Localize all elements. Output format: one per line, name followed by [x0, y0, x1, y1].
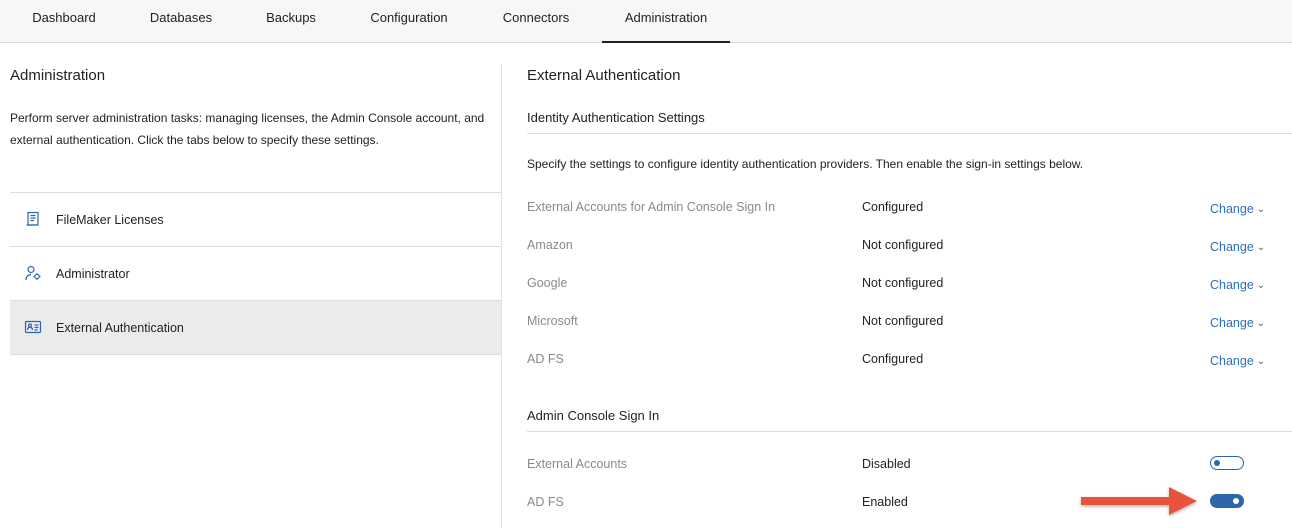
nav-item-label: Administrator: [56, 267, 130, 281]
row-status: Not configured: [862, 238, 944, 252]
tab-connectors[interactable]: Connectors: [484, 0, 588, 43]
signin-row: External Accounts Disabled: [527, 456, 1292, 481]
chevron-down-icon: ⌄: [1256, 280, 1266, 291]
change-dropdown[interactable]: Change ⌄: [1210, 240, 1265, 254]
identity-row: Google Not configured Change ⌄: [527, 276, 1292, 300]
row-label: Amazon: [527, 238, 573, 252]
license-icon: [24, 210, 42, 228]
section-admin-console-sign-in: Admin Console Sign In: [527, 408, 1292, 432]
chevron-down-icon: ⌄: [1256, 204, 1266, 215]
row-status: Not configured: [862, 276, 944, 290]
change-label: Change: [1210, 202, 1254, 216]
nav-item-administrator[interactable]: Administrator: [10, 247, 502, 301]
left-panel-description: Perform server administration tasks: man…: [10, 111, 485, 147]
tab-dashboard[interactable]: Dashboard: [14, 0, 114, 43]
change-label: Change: [1210, 278, 1254, 292]
change-label: Change: [1210, 240, 1254, 254]
tab-configuration[interactable]: Configuration: [351, 0, 467, 43]
nav-item-label: FileMaker Licenses: [56, 213, 164, 227]
ad-fs-toggle[interactable]: [1210, 494, 1244, 508]
row-label: External Accounts for Admin Console Sign…: [527, 200, 776, 214]
red-arrow-icon: [1081, 487, 1197, 515]
row-status: Disabled: [862, 457, 911, 471]
panel-divider: [501, 64, 502, 528]
tab-databases[interactable]: Databases: [131, 0, 231, 43]
identity-row: AD FS Configured Change ⌄: [527, 352, 1292, 376]
change-dropdown[interactable]: Change ⌄: [1210, 278, 1265, 292]
change-label: Change: [1210, 354, 1254, 368]
chevron-down-icon: ⌄: [1256, 318, 1266, 329]
toggle-knob: [1214, 459, 1220, 466]
admin-nav-list: FileMaker Licenses Administrator Externa…: [10, 192, 502, 355]
row-label: AD FS: [527, 495, 564, 509]
chevron-down-icon: ⌄: [1256, 242, 1266, 253]
row-label: AD FS: [527, 352, 564, 366]
row-status: Not configured: [862, 314, 944, 328]
change-dropdown[interactable]: Change ⌄: [1210, 354, 1265, 368]
change-dropdown[interactable]: Change ⌄: [1210, 202, 1265, 216]
change-dropdown[interactable]: Change ⌄: [1210, 316, 1265, 330]
identity-description: Specify the settings to configure identi…: [527, 157, 1084, 171]
identity-row: Amazon Not configured Change ⌄: [527, 238, 1292, 262]
row-status: Configured: [862, 200, 924, 214]
left-panel-title: Administration: [10, 67, 106, 84]
row-status: Enabled: [862, 495, 908, 509]
row-label: Microsoft: [527, 314, 578, 328]
section-identity-authentication: Identity Authentication Settings: [527, 110, 1292, 134]
row-status: Configured: [862, 352, 924, 366]
nav-item-filemaker-licenses[interactable]: FileMaker Licenses: [10, 193, 502, 247]
nav-item-external-authentication[interactable]: External Authentication: [10, 301, 502, 355]
identity-row: External Accounts for Admin Console Sign…: [527, 200, 1292, 224]
row-label: Google: [527, 276, 568, 290]
tab-administration[interactable]: Administration: [602, 0, 730, 43]
nav-item-label: External Authentication: [56, 321, 184, 335]
change-label: Change: [1210, 316, 1254, 330]
identity-row: Microsoft Not configured Change ⌄: [527, 314, 1292, 338]
tab-backups[interactable]: Backups: [248, 0, 334, 43]
right-panel-title: External Authentication: [527, 67, 681, 84]
chevron-down-icon: ⌄: [1256, 356, 1266, 367]
admin-gear-icon: [24, 264, 42, 282]
top-nav: Dashboard Databases Backups Configuratio…: [0, 0, 1292, 43]
id-card-icon: [24, 318, 42, 336]
toggle-knob: [1233, 497, 1239, 504]
external-accounts-toggle[interactable]: [1210, 456, 1244, 470]
row-label: External Accounts: [527, 457, 628, 471]
